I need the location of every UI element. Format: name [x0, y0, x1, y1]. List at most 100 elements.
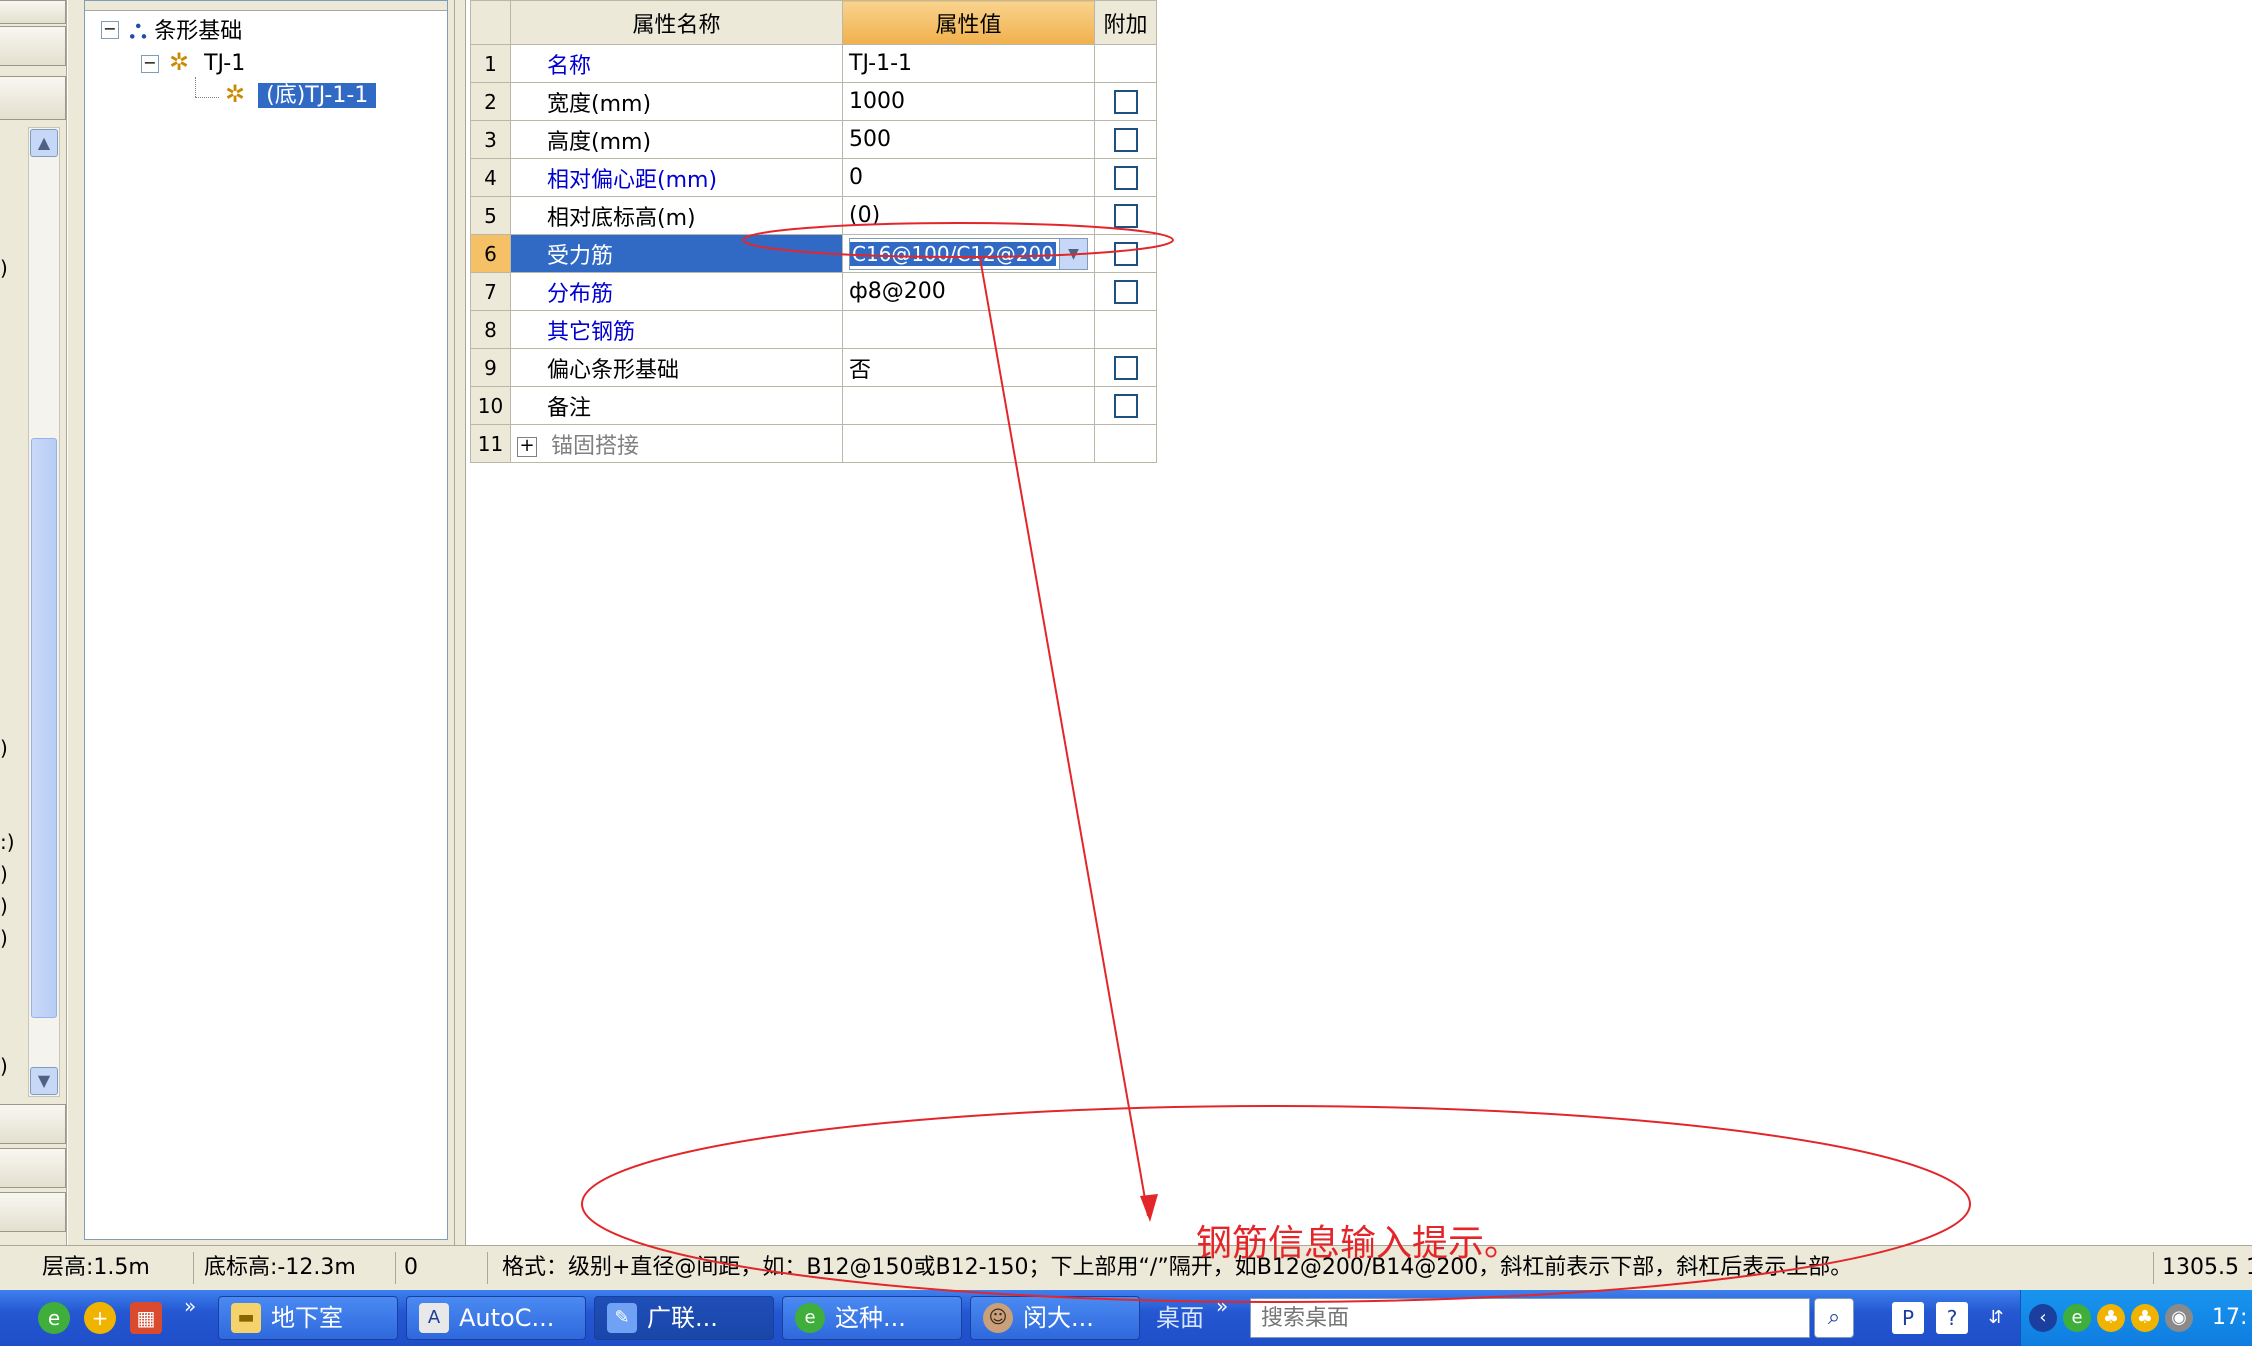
property-value[interactable]: TJ-1-1	[842, 44, 1095, 83]
header-property-name[interactable]: 属性名称	[510, 0, 843, 45]
chevron-down-icon[interactable]: ▼	[1059, 238, 1087, 269]
property-name[interactable]: 高度(mm)	[510, 120, 843, 159]
status-bottom-elevation: 底标高:-12.3m	[196, 1252, 396, 1284]
extra-checkbox[interactable]	[1113, 280, 1138, 304]
tree-item-strip-foundation[interactable]: ⛬ 条形基础	[129, 15, 242, 45]
property-value[interactable]: 1000	[842, 82, 1095, 121]
table-row[interactable]: 4 相对偏心距(mm) 0	[470, 158, 1157, 197]
autocad-icon: A	[419, 1303, 449, 1333]
table-row[interactable]: 8 其它钢筋	[470, 310, 1157, 349]
chevron-left-icon[interactable]: ‹	[2029, 1304, 2057, 1332]
left-panel-strip: ▲ ▼ ) ) :) ) ) ) )	[0, 0, 67, 1245]
scroll-up-icon[interactable]: ▲	[30, 129, 58, 157]
extra-checkbox[interactable]	[1113, 356, 1138, 380]
scroll-down-icon[interactable]: ▼	[30, 1067, 58, 1095]
extra-checkbox[interactable]	[1113, 242, 1138, 266]
strip-button-1[interactable]	[0, 0, 66, 24]
help-icon[interactable]: ?	[1936, 1302, 1968, 1334]
property-value[interactable]: (0)	[842, 196, 1095, 235]
property-name[interactable]: 相对偏心距(mm)	[510, 158, 843, 197]
collapse-icon[interactable]: −	[141, 55, 159, 73]
row-number: 3	[470, 120, 511, 159]
taskbar-item-chat[interactable]: ☺ 闵大...	[970, 1296, 1140, 1340]
desktop-search-input[interactable]	[1250, 1298, 1810, 1338]
scroll-thumb[interactable]	[31, 438, 57, 1018]
strip-button-2[interactable]	[0, 26, 66, 66]
add-icon[interactable]: +	[84, 1302, 116, 1334]
search-icon[interactable]: ⌕	[1814, 1298, 1854, 1338]
table-row[interactable]: 11 + 锚固搭接	[470, 424, 1157, 463]
property-name[interactable]: 分布筋	[510, 272, 843, 311]
taskbar-item-glodon[interactable]: ✎ 广联...	[594, 1296, 774, 1340]
table-row[interactable]: 9 偏心条形基础 否	[470, 348, 1157, 387]
tree-item-label: 条形基础	[154, 19, 243, 44]
property-name[interactable]: 备注	[510, 386, 843, 425]
table-row[interactable]: 7 分布筋 ф8@200	[470, 272, 1157, 311]
extra-checkbox[interactable]	[1113, 90, 1138, 114]
property-name[interactable]: 受力筋	[510, 234, 843, 273]
chevron-right-icon[interactable]: »	[184, 1294, 196, 1318]
tree-item-label-selected: (底)TJ-1-1	[258, 83, 377, 108]
table-row[interactable]: 5 相对底标高(m) (0)	[470, 196, 1157, 235]
ie-icon[interactable]: e	[38, 1302, 70, 1334]
tree-item-tj-1[interactable]: ✲ TJ-1	[169, 47, 245, 77]
property-value[interactable]	[842, 386, 1095, 425]
rebar-combo-input[interactable]: C16@100/C12@200 ▼	[849, 237, 1088, 270]
speaker-icon[interactable]: ◉	[2165, 1304, 2193, 1332]
ie-icon[interactable]: e	[2063, 1304, 2091, 1332]
clock: 17:	[2212, 1305, 2248, 1330]
property-value-editor[interactable]: C16@100/C12@200 ▼	[842, 234, 1095, 273]
row-number: 8	[470, 310, 511, 349]
property-name[interactable]: 名称	[510, 44, 843, 83]
property-value[interactable]: 否	[842, 348, 1095, 387]
taskbar-item-folder[interactable]: ▬ 地下室	[218, 1296, 398, 1340]
property-name-group[interactable]: + 锚固搭接	[510, 424, 843, 463]
property-value[interactable]	[842, 424, 1095, 463]
table-row-selected[interactable]: 6 受力筋 C16@100/C12@200 ▼	[470, 234, 1157, 273]
desktop-toolbar-label: 桌面	[1156, 1304, 1204, 1332]
tree-view: − ⛬ 条形基础 − ✲ TJ-1 ✲ (底)TJ-1-1	[84, 0, 448, 1240]
property-name[interactable]: 相对底标高(m)	[510, 196, 843, 235]
ie-icon: e	[795, 1303, 825, 1333]
rebar-input-text[interactable]: C16@100/C12@200	[850, 241, 1056, 266]
pinyin-icon[interactable]: P	[1892, 1302, 1924, 1334]
strip-fragment: :)	[0, 830, 15, 854]
taskbar-item-autocad[interactable]: A AutoC...	[406, 1296, 586, 1340]
group-label: 锚固搭接	[551, 433, 640, 459]
chevron-right-icon[interactable]: »	[1216, 1294, 1228, 1318]
table-row[interactable]: 2 宽度(mm) 1000	[470, 82, 1157, 121]
qq-icon[interactable]: ♣	[2097, 1304, 2125, 1332]
panel-splitter[interactable]	[454, 0, 466, 1245]
header-property-value[interactable]: 属性值	[842, 0, 1095, 45]
language-icon[interactable]: ⇵	[1980, 1302, 2012, 1334]
expand-icon[interactable]: +	[517, 436, 537, 457]
property-value[interactable]	[842, 310, 1095, 349]
property-value[interactable]: 500	[842, 120, 1095, 159]
header-extra[interactable]: 附加	[1094, 0, 1157, 45]
strip-button-5[interactable]	[0, 1148, 66, 1188]
extra-checkbox[interactable]	[1113, 204, 1138, 228]
taskbar-item-browser[interactable]: e 这种...	[782, 1296, 962, 1340]
status-bar: 层高:1.5m 底标高:-12.3m 0 格式：级别+直径@间距，如：B12@1…	[0, 1245, 2252, 1290]
property-value[interactable]: ф8@200	[842, 272, 1095, 311]
left-scrollbar[interactable]: ▲ ▼	[28, 127, 60, 1097]
property-name[interactable]: 偏心条形基础	[510, 348, 843, 387]
table-row[interactable]: 1 名称 TJ-1-1	[470, 44, 1157, 83]
table-row[interactable]: 10 备注	[470, 386, 1157, 425]
table-row[interactable]: 3 高度(mm) 500	[470, 120, 1157, 159]
extra-checkbox[interactable]	[1113, 166, 1138, 190]
extra-cell	[1094, 158, 1157, 197]
tree-item-tj-1-1[interactable]: ✲ (底)TJ-1-1	[225, 79, 377, 109]
property-name[interactable]: 其它钢筋	[510, 310, 843, 349]
qq-icon[interactable]: ♣	[2131, 1304, 2159, 1332]
app-icon[interactable]: ▦	[130, 1302, 162, 1334]
strip-button-6[interactable]	[0, 1192, 66, 1232]
strip-button-3[interactable]	[0, 76, 66, 120]
property-name[interactable]: 宽度(mm)	[510, 82, 843, 121]
property-value[interactable]: 0	[842, 158, 1095, 197]
extra-checkbox[interactable]	[1113, 128, 1138, 152]
strip-button-4[interactable]	[0, 1104, 66, 1144]
extra-checkbox[interactable]	[1113, 394, 1138, 418]
collapse-icon[interactable]: −	[101, 21, 119, 39]
strip-fragment: )	[0, 926, 8, 950]
